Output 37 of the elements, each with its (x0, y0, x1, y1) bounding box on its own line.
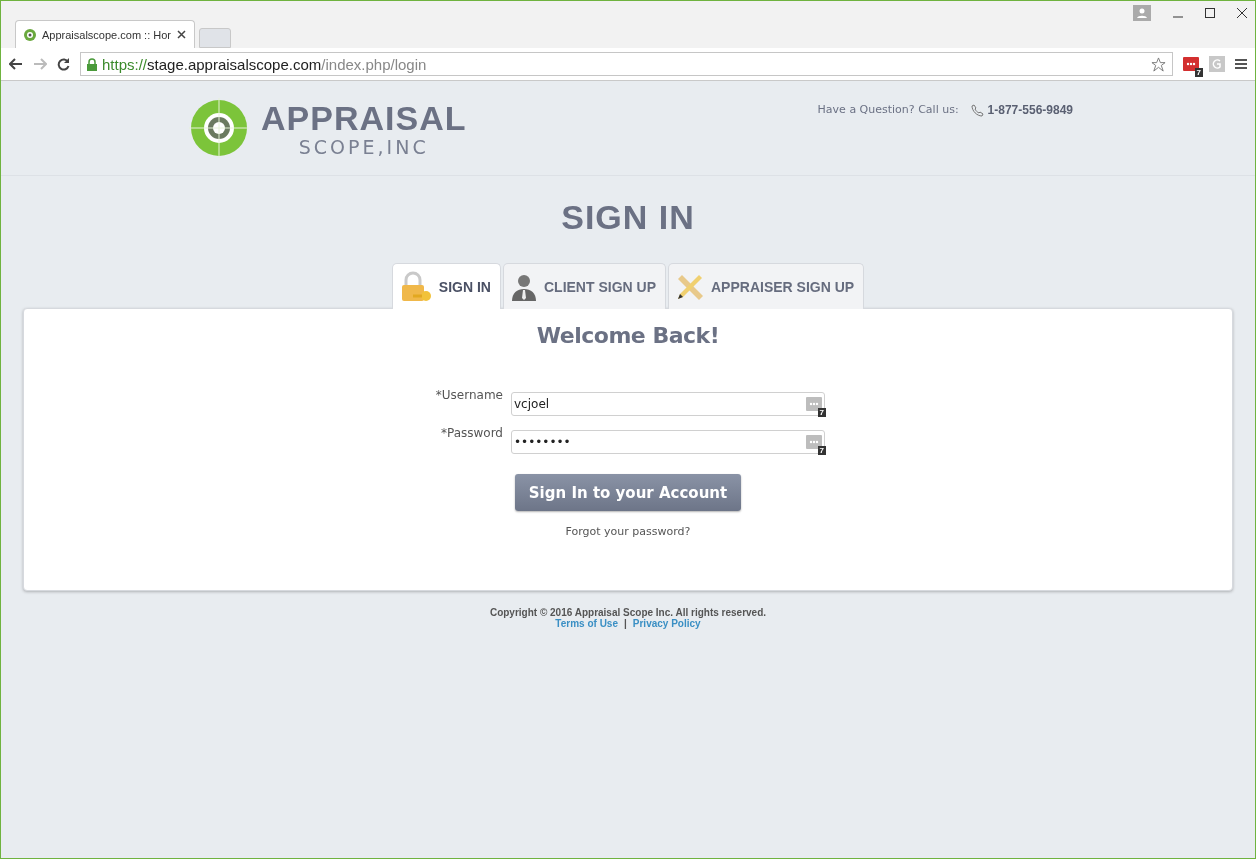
url-text: https://stage.appraisalscope.com/index.php/login (102, 55, 427, 73)
link-separator: | (624, 618, 627, 629)
tab-title: Appraisalscope.com :: Hor (42, 28, 171, 41)
maximize-icon[interactable] (1205, 8, 1215, 18)
tab[interactable]: APPRAISER SIGN UP (668, 263, 865, 309)
welcome-heading: Welcome Back! (536, 323, 720, 348)
close-icon[interactable] (177, 30, 186, 39)
person-icon (510, 272, 538, 301)
page-title: SIGN IN (561, 198, 695, 237)
count-badge: 7 (1194, 68, 1203, 77)
logo-subtitle: SCOPE,INC (298, 135, 429, 158)
contact-question: Have a Question? Call us: (817, 103, 959, 116)
tab[interactable]: CLIENT SIGN UP (503, 263, 666, 309)
logo-title: APPRAISAL (261, 98, 467, 138)
password-manager-icon[interactable] (806, 397, 822, 411)
password-manager-icon[interactable] (1183, 57, 1199, 71)
site-favicon (24, 28, 36, 41)
browser-tab[interactable]: Appraisalscope.com :: Hor (15, 20, 195, 48)
field-label: *Username (435, 388, 503, 404)
password-manager-icon[interactable] (806, 435, 822, 449)
menu-icon[interactable] (1235, 58, 1247, 70)
address-bar[interactable]: https://stage.appraisalscope.com/index.php/login (80, 52, 1173, 76)
count-badge: 7 (817, 446, 826, 455)
sign-in-button[interactable]: Sign In to your Account (514, 474, 742, 511)
copyright-text: Copyright © 2016 Appraisal Scope Inc. All rights reserved. (489, 607, 767, 618)
reload-icon[interactable] (57, 57, 70, 71)
target-logo-icon (187, 96, 251, 160)
phone-number: 1-877-556-9849 (987, 103, 1073, 117)
tab[interactable]: SIGN IN (391, 263, 501, 309)
count-badge: 7 (817, 408, 826, 417)
forgot-password-link[interactable]: Forgot your password? (565, 525, 691, 538)
star-icon[interactable] (1151, 56, 1166, 72)
phone-icon (970, 103, 984, 117)
lock-icon (87, 57, 97, 71)
close-icon[interactable] (1237, 8, 1247, 18)
field-label: *Password (439, 426, 503, 442)
back-icon[interactable] (9, 58, 23, 70)
